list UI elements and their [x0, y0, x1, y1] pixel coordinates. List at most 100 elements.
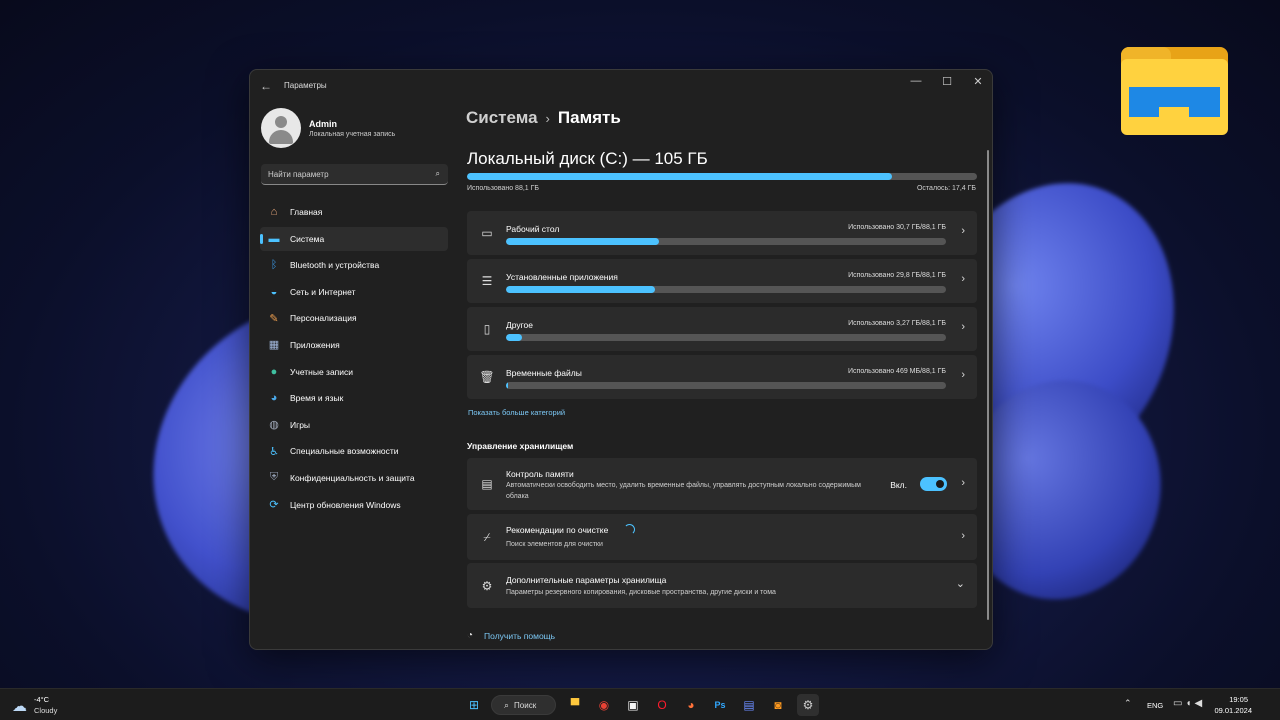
chrome-icon[interactable]: ◉ [593, 694, 615, 716]
cleanup-title: Рекомендации по очистке [506, 525, 609, 535]
disk-free-label: Осталось: 17,4 ГБ [916, 185, 976, 192]
sidebar-item[interactable]: ◕ Время и язык [260, 386, 448, 410]
storage-category-card[interactable]: 🗑 Временные файлы Использовано 469 МБ/88,1… [467, 355, 977, 399]
sidebar-item-label: Игры [290, 419, 311, 430]
advanced-storage-description: Параметры резервного копирования, дисков… [506, 589, 776, 596]
chevron-up-icon[interactable]: ⌃ [1124, 698, 1132, 709]
sidebar-item-label: Учетные записи [290, 366, 354, 377]
category-usage: Использовано 469 МБ/88,1 ГБ [848, 368, 946, 375]
clock-time[interactable]: 19:05 [1229, 695, 1248, 704]
window-title: Параметры [284, 81, 327, 90]
category-name: Рабочий стол [506, 224, 560, 234]
profile-account-type: Локальная учетная запись [309, 131, 396, 138]
search-box[interactable]: ⌕ [261, 164, 448, 185]
breadcrumb: Система › Память [466, 108, 621, 128]
shield-icon: ⛨ [269, 471, 279, 484]
cleanup-recommendations-card[interactable]: ⌿ Рекомендации по очистке Поиск элементо… [467, 514, 977, 560]
store-icon[interactable]: ▣ [622, 694, 644, 716]
profile-name: Admin [309, 119, 337, 129]
photoshop-icon[interactable]: Ps [709, 694, 731, 716]
get-help-label: Получить помощь [484, 630, 556, 641]
sidebar-item[interactable]: ᛒ Bluetooth и устройства [260, 253, 448, 277]
sidebar-item-label: Главная [290, 207, 323, 217]
weather-temperature[interactable]: -4°C [34, 695, 49, 704]
cleanup-description: Поиск элементов для очистки [506, 541, 603, 548]
show-more-categories-link[interactable]: Показать больше категорий [468, 408, 565, 417]
chevron-right-icon: › [961, 273, 965, 285]
category-usage-fill [506, 286, 655, 293]
gear-icon: ⚙ [481, 579, 493, 593]
sidebar-item[interactable]: ✎ Персонализация [260, 306, 448, 330]
category-usage: Использовано 3,27 ГБ/88,1 ГБ [848, 320, 946, 327]
avatar[interactable] [261, 108, 301, 148]
disk-usage-bar [467, 173, 977, 180]
desktop-icon: ▭ [481, 226, 493, 240]
storage-category-card[interactable]: ▯ Другое Использовано 3,27 ГБ/88,1 ГБ › [467, 307, 977, 351]
category-usage-bar [506, 286, 946, 293]
sidebar-item[interactable]: ▦ Приложения [260, 333, 448, 357]
system-tray-icons[interactable]: ▭◖◀ [1173, 698, 1205, 709]
chevron-right-icon: › [961, 225, 965, 237]
storage-category-card[interactable]: ▭ Рабочий стол Использовано 30,7 ГБ/88,1 Г… [467, 211, 977, 255]
disk-usage-fill [467, 173, 893, 180]
floppy-icon[interactable]: ▤ [738, 694, 760, 716]
opera-icon[interactable]: O [651, 694, 673, 716]
globe-icon: ◕ [270, 392, 278, 405]
minimize-button[interactable]: — [906, 75, 926, 87]
sidebar-item-label: Конфиденциальность и защита [290, 472, 415, 483]
home-icon: ⌂ [270, 206, 278, 218]
sidebar-item[interactable]: ⌂ Главная [260, 200, 448, 224]
sidebar-item[interactable]: ● Учетные записи [260, 360, 448, 384]
category-usage-bar [506, 238, 946, 245]
sidebar-item-label: Bluetooth и устройства [290, 260, 380, 271]
language-indicator[interactable]: ENG [1147, 701, 1163, 710]
storage-sense-card[interactable]: ▤ Контроль памяти Автоматически освободи… [467, 458, 977, 510]
desktop-folder-icon[interactable] [1121, 47, 1228, 135]
page-title: Память [557, 108, 621, 127]
advanced-storage-title: Дополнительные параметры хранилища [506, 575, 667, 585]
sidebar-item[interactable]: ⟳ Центр обновления Windows [260, 493, 448, 517]
disk-used-label: Использовано 88,1 ГБ [467, 185, 540, 192]
chevron-right-icon: › [961, 369, 965, 381]
back-arrow-icon[interactable]: ← [260, 79, 272, 93]
settings-window: ← Параметры — ☐ ✕ Admin Локальная учетна… [249, 69, 993, 650]
search-input[interactable] [261, 164, 448, 184]
media-icon[interactable]: ◙ [767, 694, 789, 716]
clock-date[interactable]: 09.01.2024 [1214, 706, 1252, 715]
system-icon: ▬ [268, 232, 280, 245]
wifi-icon: ◒ [270, 285, 278, 298]
storage-sense-icon: ▤ [481, 477, 493, 491]
advanced-storage-card[interactable]: ⚙ Дополнительные параметры хранилища Пар… [467, 563, 977, 608]
category-name: Другое [506, 320, 534, 330]
storage-management-heading: Управление хранилищем [467, 441, 574, 451]
taskbar: ☁ -4°C Cloudy ⊞ ▀ ◉ ▣ O ◕ Ps ▤ ◙ ⚙ ⌕ Поиск ⌃ ENG … [0, 688, 1280, 720]
sidebar-item-label: Система [290, 233, 325, 244]
taskbar-search-label: Поиск [514, 700, 537, 710]
cloud-icon[interactable]: ☁ [12, 697, 27, 715]
category-usage: Использовано 30,7 ГБ/88,1 ГБ [848, 224, 946, 231]
sidebar-item[interactable]: ◒ Сеть и Интернет [260, 280, 448, 304]
file-explorer-icon[interactable]: ▀ [564, 694, 586, 716]
sidebar-nav: ⌂ Главная ▬ Система ᛒ Bluetooth и устройства ◒… [260, 200, 448, 519]
storage-sense-toggle[interactable] [920, 477, 947, 491]
close-button[interactable]: ✕ [968, 75, 988, 88]
breadcrumb-parent[interactable]: Система [466, 108, 538, 127]
taskbar-search-button[interactable]: ⌕ Поиск [491, 695, 556, 715]
storage-category-card[interactable]: ☰ Установленные приложения Использовано 29… [467, 259, 977, 303]
sidebar-item-label: Персонализация [290, 313, 357, 324]
weather-description[interactable]: Cloudy [34, 706, 57, 715]
sidebar-item[interactable]: ⛨ Конфиденциальность и защита [260, 466, 448, 490]
brush-icon: ✎ [269, 312, 279, 325]
sidebar-item-label: Центр обновления Windows [290, 499, 401, 510]
category-usage: Использовано 29,8 ГБ/88,1 ГБ [848, 272, 946, 279]
maximize-button[interactable]: ☐ [937, 75, 957, 88]
sidebar-item[interactable]: ♿ Специальные возможности [260, 439, 448, 463]
update-icon: ⟳ [269, 499, 279, 512]
scrollbar[interactable] [987, 150, 989, 620]
start-icon[interactable]: ⊞ [463, 694, 485, 716]
sidebar-item[interactable]: ◍ Игры [260, 413, 448, 437]
get-help-link[interactable]: ◔ Получить помощь [467, 630, 555, 641]
settings-icon[interactable]: ⚙ [797, 694, 819, 716]
firefox-icon[interactable]: ◕ [680, 694, 702, 716]
sidebar-item[interactable]: ▬ Система [260, 226, 448, 251]
